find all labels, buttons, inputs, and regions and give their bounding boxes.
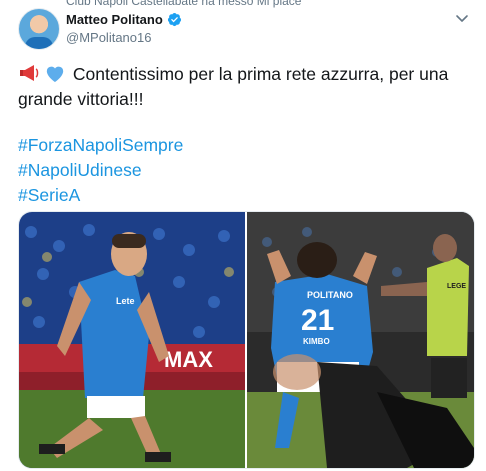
hashtag-link[interactable]: #SerieA	[18, 183, 183, 208]
photo-goal-reaction-image: POLITANO 21 KIMBO LEGE	[247, 212, 474, 468]
blue-heart-icon	[46, 66, 64, 83]
hashtag-list: #ForzaNapoliSempre #NapoliUdinese #Serie…	[18, 133, 183, 208]
tweet-text: Contentissimo per la prima rete azzurra,…	[18, 62, 473, 112]
hashtag-link[interactable]: #NapoliUdinese	[18, 158, 183, 183]
jersey-number-text: 21	[301, 304, 334, 337]
tweet-body: Contentissimo per la prima rete azzurra,…	[18, 64, 449, 109]
media-grid: MAX Lete POLITANO 21 KIMBO LEGE	[18, 211, 475, 469]
jersey-name-text: POLITANO	[307, 290, 353, 300]
verified-badge-icon	[167, 12, 181, 27]
jersey-brand-text: Lete	[116, 296, 135, 306]
social-context[interactable]: Club Napoli Castellabate ha messo Mi pia…	[66, 0, 301, 8]
author-handle: @MPolitano16	[66, 30, 152, 45]
author-display-name[interactable]: Matteo Politano	[66, 12, 163, 27]
jersey-sponsor-text: KIMBO	[303, 337, 330, 346]
chevron-down-icon[interactable]	[454, 10, 470, 26]
sponsor-board-text: MAX	[164, 347, 213, 372]
avatar[interactable]	[18, 8, 60, 50]
megaphone-icon	[20, 65, 39, 81]
photo-celebration-image: MAX Lete	[19, 212, 245, 468]
hashtag-link[interactable]: #ForzaNapoliSempre	[18, 133, 183, 158]
referee-badge-text: LEGE	[447, 283, 466, 290]
photo-celebration[interactable]: MAX Lete	[19, 212, 245, 468]
author-block[interactable]: Matteo Politano @MPolitano16	[66, 12, 182, 45]
photo-goal-reaction[interactable]: POLITANO 21 KIMBO LEGE	[247, 212, 474, 468]
